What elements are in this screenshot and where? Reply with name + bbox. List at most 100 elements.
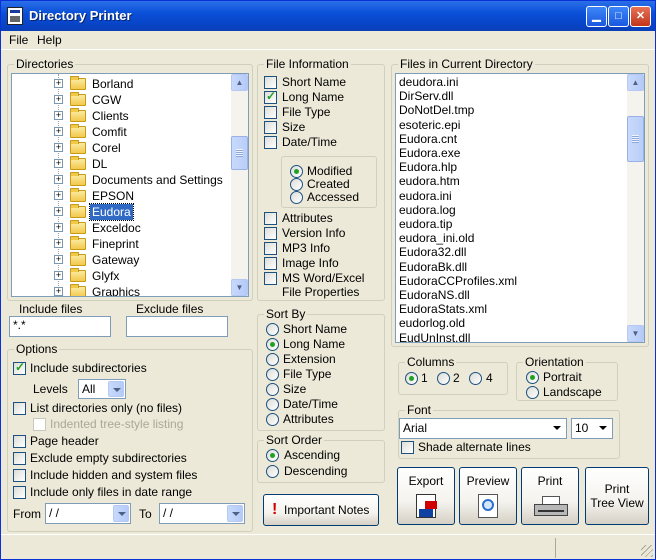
- include-date-range-checkbox[interactable]: [13, 486, 26, 499]
- expand-icon[interactable]: +: [54, 159, 63, 168]
- created-radio[interactable]: [290, 178, 303, 191]
- sort-by-radio[interactable]: [266, 398, 279, 411]
- scroll-thumb[interactable]: [231, 136, 248, 170]
- file-list-item[interactable]: EudoraCCProfiles.xml: [399, 274, 517, 289]
- image-info-checkbox[interactable]: [264, 257, 277, 270]
- sort-by-radio[interactable]: [266, 353, 279, 366]
- ascending-radio[interactable]: [266, 449, 279, 462]
- short-name-checkbox[interactable]: [264, 76, 277, 89]
- ms-word-excel-checkbox[interactable]: [264, 272, 277, 285]
- file-list-item[interactable]: EudUnInst.dll: [399, 331, 470, 342]
- include-hidden-checkbox[interactable]: [13, 469, 26, 482]
- expand-icon[interactable]: +: [54, 95, 63, 104]
- font-size-select[interactable]: 10: [571, 418, 613, 439]
- attributes-checkbox[interactable]: [264, 212, 277, 225]
- sort-by-radio[interactable]: [266, 383, 279, 396]
- file-list-item[interactable]: Eudora.exe: [399, 146, 460, 161]
- file-list-item[interactable]: EudoraStats.xml: [399, 302, 487, 317]
- file-list-item[interactable]: eudora.ini: [399, 189, 452, 204]
- directory-scrollbar[interactable]: ▲ ▼: [231, 74, 248, 296]
- include-subdirectories-checkbox[interactable]: [13, 360, 26, 375]
- files-list[interactable]: deudora.ini DirServ.dll DoNotDel.tmp esoter…: [395, 73, 645, 343]
- sort-by-radio[interactable]: [266, 413, 279, 426]
- date-time-checkbox[interactable]: [264, 136, 277, 149]
- print-button[interactable]: Print: [521, 467, 579, 525]
- menu-file[interactable]: File: [9, 33, 28, 47]
- file-list-item[interactable]: EudoraNS.dll: [399, 288, 470, 303]
- sort-by-radio[interactable]: [266, 323, 279, 336]
- mp3-info-checkbox[interactable]: [264, 242, 277, 255]
- file-list-item[interactable]: Eudora.hlp: [399, 160, 457, 175]
- shade-alternate-checkbox[interactable]: [401, 441, 414, 454]
- menu-help[interactable]: Help: [37, 33, 62, 47]
- file-list-item[interactable]: Eudora.cnt: [399, 132, 457, 147]
- from-date-picker[interactable]: / /: [45, 503, 131, 524]
- descending-radio[interactable]: [266, 465, 279, 478]
- file-list-item[interactable]: eudorlog.old: [399, 316, 465, 331]
- chevron-down-icon[interactable]: [595, 420, 611, 437]
- preview-button[interactable]: Preview: [459, 467, 517, 525]
- export-button[interactable]: Export: [397, 467, 455, 525]
- minimize-button[interactable]: ▁: [586, 6, 607, 27]
- columns-4-radio[interactable]: [469, 372, 482, 385]
- accessed-radio[interactable]: [290, 191, 303, 204]
- file-list-item[interactable]: eudora.log: [399, 203, 456, 218]
- file-type-checkbox[interactable]: [264, 106, 277, 119]
- chevron-down-icon[interactable]: [549, 420, 565, 437]
- file-list-item[interactable]: eudora.tip: [399, 217, 452, 232]
- size-checkbox[interactable]: [264, 121, 277, 134]
- font-name-select[interactable]: Arial: [399, 418, 567, 439]
- close-button[interactable]: ✕: [630, 6, 651, 27]
- file-list-item[interactable]: deudora.ini: [399, 75, 458, 90]
- files-scrollbar[interactable]: ▲ ▼: [627, 74, 644, 342]
- directory-tree[interactable]: + Borland + CGW + Clients + Comfit + Corel + DL + Doc…: [11, 73, 249, 297]
- scroll-down-button[interactable]: ▼: [627, 325, 644, 342]
- title-bar[interactable]: Directory Printer ▁ □ ✕: [1, 1, 655, 31]
- expand-icon[interactable]: +: [54, 111, 63, 120]
- scroll-up-button[interactable]: ▲: [627, 74, 644, 91]
- file-list-item[interactable]: Eudora32.dll: [399, 245, 466, 260]
- indented-tree-checkbox[interactable]: [33, 418, 46, 431]
- expand-icon[interactable]: +: [54, 287, 63, 296]
- file-list-item[interactable]: DirServ.dll: [399, 89, 453, 104]
- important-notes-button[interactable]: ! Important Notes: [263, 494, 379, 526]
- expand-icon[interactable]: +: [54, 175, 63, 184]
- long-name-checkbox[interactable]: [264, 89, 277, 104]
- scroll-up-button[interactable]: ▲: [231, 74, 248, 91]
- exclude-files-input[interactable]: [126, 316, 228, 337]
- chevron-down-icon[interactable]: [113, 505, 129, 522]
- expand-icon[interactable]: +: [54, 223, 63, 232]
- list-dirs-only-checkbox[interactable]: [13, 402, 26, 415]
- portrait-radio[interactable]: [526, 371, 539, 384]
- levels-select[interactable]: All: [78, 379, 126, 399]
- file-list-item[interactable]: eudora.htm: [399, 174, 460, 189]
- maximize-button[interactable]: □: [608, 6, 629, 27]
- expand-icon[interactable]: +: [54, 207, 63, 216]
- print-tree-view-button[interactable]: Print Tree View: [585, 467, 649, 525]
- scroll-thumb[interactable]: [627, 116, 644, 162]
- expand-icon[interactable]: +: [54, 191, 63, 200]
- exclude-empty-checkbox[interactable]: [13, 452, 26, 465]
- expand-icon[interactable]: +: [54, 79, 63, 88]
- page-header-checkbox[interactable]: [13, 435, 26, 448]
- landscape-radio[interactable]: [526, 386, 539, 399]
- columns-2-radio[interactable]: [437, 372, 450, 385]
- file-list-item[interactable]: EudoraBk.dll: [399, 260, 467, 275]
- resize-grip-icon[interactable]: [641, 545, 653, 557]
- sort-by-radio[interactable]: [266, 368, 279, 381]
- version-info-checkbox[interactable]: [264, 227, 277, 240]
- file-list-item[interactable]: eudora_ini.old: [399, 231, 474, 246]
- expand-icon[interactable]: +: [54, 127, 63, 136]
- to-date-picker[interactable]: / /: [159, 503, 245, 524]
- expand-icon[interactable]: +: [54, 143, 63, 152]
- chevron-down-icon[interactable]: [227, 505, 243, 522]
- include-files-input[interactable]: *.*: [9, 316, 111, 337]
- scroll-down-button[interactable]: ▼: [231, 279, 248, 296]
- modified-radio[interactable]: [290, 165, 303, 178]
- expand-icon[interactable]: +: [54, 239, 63, 248]
- expand-icon[interactable]: +: [54, 271, 63, 280]
- file-list-item[interactable]: DoNotDel.tmp: [399, 103, 474, 118]
- columns-1-radio[interactable]: [405, 372, 418, 385]
- chevron-down-icon[interactable]: [108, 381, 124, 397]
- expand-icon[interactable]: +: [54, 255, 63, 264]
